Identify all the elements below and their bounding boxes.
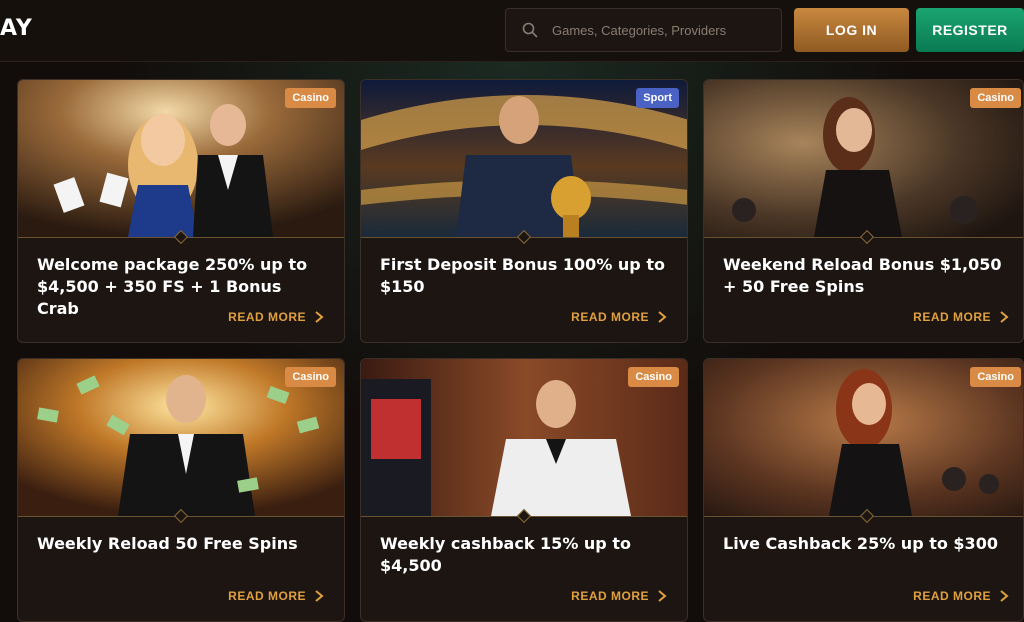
read-more-label: READ MORE (571, 310, 649, 324)
promo-title: First Deposit Bonus 100% up to $150 (380, 255, 665, 296)
promo-card[interactable]: Casino Weekly Reload 50 Free Spins READ … (17, 358, 345, 622)
chevron-right-icon (1000, 590, 1009, 602)
promo-card[interactable]: Sport First Deposit Bonus 100% up to $15… (360, 79, 688, 343)
promo-title: Weekly Reload 50 Free Spins (37, 534, 298, 553)
chevron-right-icon (658, 590, 667, 602)
chevron-right-icon (315, 590, 324, 602)
promo-card[interactable]: Casino Welcome package 250% up to $4,500… (17, 79, 345, 343)
register-button[interactable]: REGISTER (916, 8, 1024, 52)
read-more-link[interactable]: READ MORE (571, 310, 667, 324)
read-more-link[interactable]: READ MORE (228, 589, 324, 603)
read-more-label: READ MORE (571, 589, 649, 603)
promo-title: Weekly cashback 15% up to $4,500 (380, 534, 631, 575)
site-logo[interactable]: AY (0, 16, 33, 41)
read-more-link[interactable]: READ MORE (228, 310, 324, 324)
read-more-link[interactable]: READ MORE (571, 589, 667, 603)
promo-card[interactable]: Casino Live Cashback 25% up to $300 READ… (703, 358, 1024, 622)
login-button[interactable]: LOG IN (794, 8, 909, 52)
search-input[interactable] (552, 22, 762, 38)
category-badge: Casino (970, 88, 1021, 108)
chevron-right-icon (1000, 311, 1009, 323)
category-badge: Casino (285, 367, 336, 387)
promo-card[interactable]: Casino Weekly cashback 15% up to $4,500 … (360, 358, 688, 622)
read-more-link[interactable]: READ MORE (913, 310, 1009, 324)
read-more-label: READ MORE (228, 589, 306, 603)
promotions-grid: Casino Welcome package 250% up to $4,500… (0, 62, 1024, 622)
search-box[interactable] (505, 8, 782, 52)
top-header: AY LOG IN REGISTER (0, 0, 1024, 62)
read-more-label: READ MORE (913, 310, 991, 324)
promo-title: Live Cashback 25% up to $300 (723, 534, 998, 553)
read-more-label: READ MORE (913, 589, 991, 603)
category-badge: Casino (628, 367, 679, 387)
promo-card[interactable]: Casino Weekend Reload Bonus $1,050 + 50 … (703, 79, 1024, 343)
search-icon (522, 22, 538, 38)
promo-title: Weekend Reload Bonus $1,050 + 50 Free Sp… (723, 255, 1002, 296)
category-badge: Casino (970, 367, 1021, 387)
chevron-right-icon (315, 311, 324, 323)
read-more-link[interactable]: READ MORE (913, 589, 1009, 603)
read-more-label: READ MORE (228, 310, 306, 324)
chevron-right-icon (658, 311, 667, 323)
category-badge: Sport (636, 88, 679, 108)
category-badge: Casino (285, 88, 336, 108)
